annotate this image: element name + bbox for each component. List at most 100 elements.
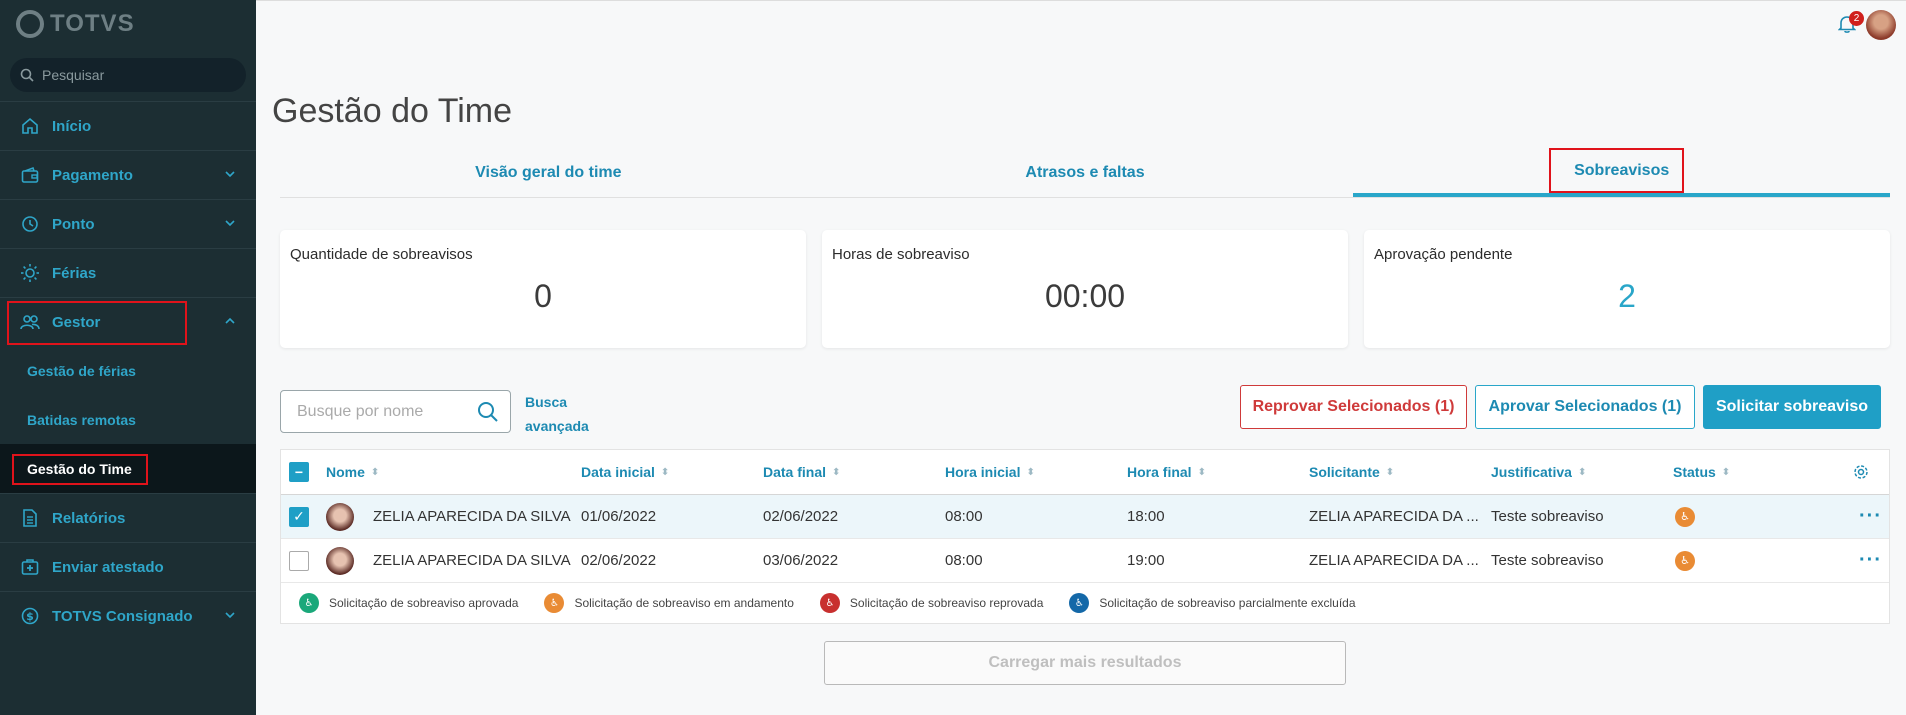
sidebar-item-ponto[interactable]: Ponto bbox=[0, 199, 256, 248]
column-settings[interactable] bbox=[1853, 450, 1869, 494]
sidebar-item-label: Ponto bbox=[52, 215, 95, 233]
legend-item-aprovada: ♿ Solicitação de sobreaviso aprovada bbox=[299, 593, 518, 613]
column-header-data-final[interactable]: Data final ⬍ bbox=[763, 450, 840, 494]
sidebar-search-input[interactable]: Pesquisar bbox=[10, 58, 246, 92]
cell-nome: ZELIA APARECIDA DA SILVA bbox=[373, 508, 571, 525]
sort-icon: ⬍ bbox=[1577, 466, 1587, 478]
cell-nome: ZELIA APARECIDA DA SILVA bbox=[373, 552, 571, 569]
sidebar-subitem-batidas-remotas[interactable]: Batidas remotas bbox=[0, 395, 256, 444]
column-header-hora-final[interactable]: Hora final ⬍ bbox=[1127, 450, 1206, 494]
column-header-data-inicial[interactable]: Data inicial ⬍ bbox=[581, 450, 669, 494]
legend-label: Solicitação de sobreaviso reprovada bbox=[849, 596, 1044, 610]
status-rejected-icon: ♿ bbox=[819, 593, 840, 613]
search-icon[interactable] bbox=[476, 400, 500, 424]
select-all-checkbox[interactable]: − bbox=[289, 462, 309, 482]
sidebar-item-ferias[interactable]: Férias bbox=[0, 248, 256, 297]
sidebar-item-relatorios[interactable]: Relatórios bbox=[0, 493, 256, 542]
sort-icon: ⬍ bbox=[1197, 466, 1206, 478]
table-row[interactable]: ✓ ZELIA APARECIDA DA SILVA 01/06/2022 02… bbox=[281, 495, 1889, 539]
sidebar-item-totvs-consignado[interactable]: $ TOTVS Consignado bbox=[0, 591, 256, 640]
column-label: Nome bbox=[326, 464, 365, 480]
column-label: Solicitante bbox=[1309, 464, 1380, 480]
card-horas-sobreaviso: Horas de sobreaviso 00:00 bbox=[822, 230, 1348, 348]
table-row[interactable]: ZELIA APARECIDA DA SILVA 02/06/2022 03/0… bbox=[281, 539, 1889, 583]
logo-text: TOTVS bbox=[50, 10, 135, 37]
sort-icon: ⬍ bbox=[1026, 466, 1035, 478]
chevron-up-icon bbox=[225, 317, 235, 324]
row-more-actions-icon[interactable]: ··· bbox=[1859, 495, 1882, 538]
request-sobreaviso-button[interactable]: Solicitar sobreaviso bbox=[1703, 385, 1881, 429]
cell-data-final: 02/06/2022 bbox=[763, 508, 839, 525]
card-aprovacao-pendente[interactable]: Aprovação pendente 2 bbox=[1364, 230, 1890, 348]
legend-item-em-andamento: ♿ Solicitação de sobreaviso em andamento bbox=[544, 593, 794, 613]
advanced-search-link[interactable]: Busca avançada bbox=[525, 390, 595, 438]
card-title: Horas de sobreaviso bbox=[832, 246, 970, 263]
status-in-progress-icon: ♿ bbox=[544, 593, 565, 613]
legend-item-reprovada: ♿ Solicitação de sobreaviso reprovada bbox=[819, 593, 1044, 613]
sidebar-subitem-gestao-ferias[interactable]: Gestão de férias bbox=[0, 346, 256, 395]
card-quantidade-sobreavisos: Quantidade de sobreavisos 0 bbox=[280, 230, 806, 348]
row-more-actions-icon[interactable]: ··· bbox=[1859, 539, 1882, 582]
card-value: 00:00 bbox=[1044, 278, 1126, 314]
column-label: Data inicial bbox=[581, 464, 655, 480]
column-header-hora-inicial[interactable]: Hora inicial ⬍ bbox=[945, 450, 1035, 494]
column-header-nome[interactable]: Nome ⬍ bbox=[326, 450, 379, 494]
highlight-box-sobreavisos bbox=[1549, 148, 1684, 193]
cell-status: ♿ bbox=[1675, 539, 1695, 582]
card-value: 0 bbox=[534, 278, 552, 314]
row-avatar-cell bbox=[326, 495, 354, 538]
row-checkbox[interactable] bbox=[289, 550, 309, 571]
name-search-input[interactable]: Busque por nome bbox=[280, 390, 511, 433]
sidebar-item-inicio[interactable]: Início bbox=[0, 101, 256, 150]
cell-justificativa: Teste sobreaviso bbox=[1491, 552, 1604, 569]
cell-justificativa: Teste sobreaviso bbox=[1491, 508, 1604, 525]
legend-label: Solicitação de sobreaviso em andamento bbox=[574, 596, 794, 610]
chevron-down-icon bbox=[225, 612, 235, 619]
notification-badge: 2 bbox=[1849, 11, 1864, 26]
status-partially-deleted-icon: ♿ bbox=[1069, 593, 1090, 613]
tab-atrasos-faltas[interactable]: Atrasos e faltas bbox=[817, 148, 1354, 197]
avatar bbox=[326, 502, 354, 531]
page-title: Gestão do Time bbox=[272, 92, 513, 130]
cell-data-inicial: 02/06/2022 bbox=[581, 552, 657, 569]
cell-hora-final: 18:00 bbox=[1127, 508, 1165, 525]
column-label: Justificativa bbox=[1491, 464, 1572, 480]
row-checkbox-cell bbox=[289, 539, 309, 582]
status-legend: ♿ Solicitação de sobreaviso aprovada ♿ Sol… bbox=[281, 583, 1889, 623]
dollar-icon: $ bbox=[20, 606, 40, 626]
sidebar-item-label: Pagamento bbox=[52, 166, 133, 184]
cell-data-final: 03/06/2022 bbox=[763, 552, 839, 569]
user-avatar[interactable] bbox=[1866, 10, 1896, 40]
cell-hora-inicial: 08:00 bbox=[945, 552, 983, 569]
sidebar-item-label: TOTVS Consignado bbox=[52, 607, 193, 625]
column-header-status[interactable]: Status ⬍ bbox=[1673, 450, 1730, 494]
sobreavisos-table: − Nome ⬍ Data inicial ⬍ Data final ⬍ Hora i… bbox=[280, 449, 1890, 624]
clock-icon bbox=[20, 214, 40, 234]
load-more-button[interactable]: Carregar mais resultados bbox=[824, 641, 1346, 685]
sidebar-item-pagamento[interactable]: Pagamento bbox=[0, 150, 256, 199]
reject-selected-button[interactable]: Reprovar Selecionados (1) bbox=[1240, 385, 1467, 429]
medical-plus-icon bbox=[20, 557, 40, 577]
totvs-logo[interactable]: TOTVS bbox=[16, 10, 135, 38]
cell-data-inicial: 01/06/2022 bbox=[581, 508, 657, 525]
sort-icon: ⬍ bbox=[370, 466, 380, 478]
sidebar: TOTVS Pesquisar Início Pagamento Ponto F… bbox=[0, 0, 256, 715]
row-checkbox-cell: ✓ bbox=[289, 495, 309, 538]
column-label: Hora final bbox=[1127, 464, 1192, 480]
gear-icon bbox=[1854, 465, 1868, 479]
approve-selected-button[interactable]: Aprovar Selecionados (1) bbox=[1475, 385, 1695, 429]
cell-hora-final: 19:00 bbox=[1127, 552, 1165, 569]
column-header-justificativa[interactable]: Justificativa ⬍ bbox=[1491, 450, 1586, 494]
avatar bbox=[326, 546, 354, 575]
sidebar-item-enviar-atestado[interactable]: Enviar atestado bbox=[0, 542, 256, 591]
highlight-box-gestor bbox=[7, 301, 187, 345]
search-icon bbox=[20, 68, 34, 82]
legend-item-parcialmente-excluida: ♿ Solicitação de sobreaviso parcialmente … bbox=[1069, 593, 1356, 613]
status-in-progress-icon: ♿ bbox=[1675, 550, 1695, 571]
card-title: Quantidade de sobreavisos bbox=[290, 246, 473, 263]
column-header-solicitante[interactable]: Solicitante ⬍ bbox=[1309, 450, 1394, 494]
column-label: Status bbox=[1673, 464, 1716, 480]
tab-visao-geral[interactable]: Visão geral do time bbox=[280, 148, 817, 197]
column-label: Data final bbox=[763, 464, 827, 480]
row-checkbox[interactable]: ✓ bbox=[289, 506, 309, 527]
